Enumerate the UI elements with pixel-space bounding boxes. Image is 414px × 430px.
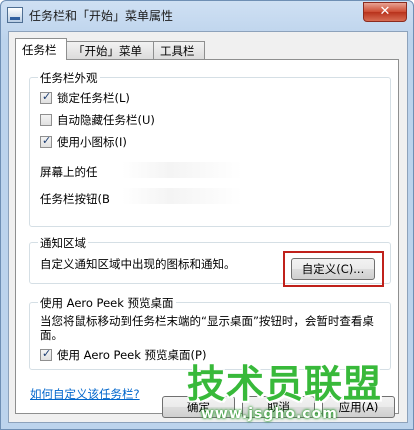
buttons-dropdown[interactable] [122, 188, 242, 204]
window-title: 任务栏和「开始」菜单属性 [29, 9, 174, 23]
location-dropdown[interactable] [122, 162, 242, 178]
highlight-box [283, 251, 384, 287]
aero-peek-label: 使用 Aero Peek 预览桌面(P) [57, 348, 207, 362]
aero-peek-checkbox[interactable] [40, 347, 52, 361]
appearance-group: 任务栏外观 锁定任务栏(L) 自动隐藏任务栏(U) 使用小图标(I) 屏幕上的任… [29, 70, 391, 227]
properties-window: 任务栏和「开始」菜单属性 ✕ 任务栏 「开始」菜单 工具栏 任务栏外观 锁定任务… [0, 0, 414, 430]
aero-peek-option[interactable]: 使用 Aero Peek 预览桌面(P) [40, 347, 206, 363]
small-icons-option[interactable]: 使用小图标(I) [40, 134, 127, 150]
appearance-group-title: 任务栏外观 [38, 70, 100, 86]
watermark-url: www.jsgho.com [201, 406, 338, 422]
taskbar-app-icon [7, 7, 23, 23]
lock-taskbar-option[interactable]: 锁定任务栏(L) [40, 90, 130, 106]
tab-toolbars[interactable]: 工具栏 [153, 41, 205, 59]
watermark-logo: 技术员联盟 [187, 362, 383, 406]
autohide-label: 自动隐藏任务栏(U) [57, 113, 155, 127]
notification-group-title: 通知区域 [38, 235, 88, 251]
lock-taskbar-label: 锁定任务栏(L) [57, 91, 130, 105]
close-button[interactable]: ✕ [363, 2, 407, 22]
lock-taskbar-checkbox[interactable] [40, 90, 52, 104]
autohide-checkbox[interactable] [40, 114, 52, 126]
screen-location-label: 屏幕上的任 [40, 165, 98, 179]
tab-start-menu[interactable]: 「开始」菜单 [66, 41, 154, 59]
tab-taskbar[interactable]: 任务栏 [15, 38, 67, 60]
notification-description: 自定义通知区域中出现的图标和通知。 [40, 257, 236, 271]
autohide-option[interactable]: 自动隐藏任务栏(U) [40, 112, 155, 128]
title-bar[interactable]: 任务栏和「开始」菜单属性 ✕ [1, 1, 413, 31]
small-icons-label: 使用小图标(I) [57, 135, 127, 149]
small-icons-checkbox[interactable] [40, 134, 52, 148]
taskbar-buttons-label: 任务栏按钮(B [40, 192, 110, 206]
aero-peek-group-title: 使用 Aero Peek 预览桌面 [38, 295, 176, 311]
aero-peek-description: 当您将鼠标移动到任务栏末端的“显示桌面”按钮时，会暂时查看桌面。 [40, 314, 374, 342]
close-icon: ✕ [379, 4, 391, 19]
help-link[interactable]: 如何自定义该任务栏? [30, 386, 140, 402]
